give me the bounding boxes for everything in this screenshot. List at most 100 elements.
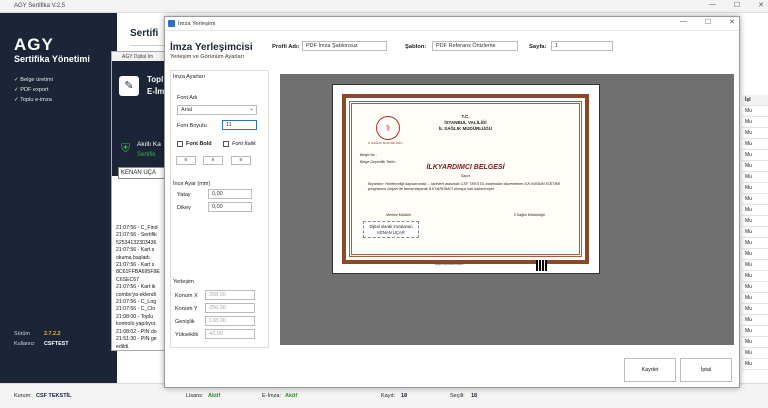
chevron-down-icon[interactable]: ⌄: [249, 105, 254, 112]
sayfa-label: Sayfa:: [529, 44, 547, 50]
table-cell[interactable]: Mu: [742, 293, 768, 304]
yukseklik-label: Yükseklik: [175, 332, 199, 338]
konum-x-input[interactable]: 208,00: [205, 290, 255, 300]
lisans-label: Lisans:: [186, 393, 204, 399]
font-italic-checkbox[interactable]: [223, 141, 229, 147]
font-bold-checkbox[interactable]: [177, 141, 183, 147]
signature-box[interactable]: Dijital olarak imzalanan KENAN UÇAR: [363, 221, 419, 238]
yukseklik-input[interactable]: 43,00: [205, 329, 255, 339]
table-cell[interactable]: Mu: [742, 271, 768, 282]
digital-signature-window: AGY Dijital İm ✎ Topl E-İm ⛨ Akıllı Ka S…: [111, 51, 172, 351]
eimza-value: Aktif: [285, 393, 298, 399]
genislik-input[interactable]: 138,00: [205, 316, 255, 326]
yatay-label: Yatay: [177, 192, 191, 198]
table-cell[interactable]: Mu: [742, 161, 768, 172]
dikey-input[interactable]: 0,00: [208, 202, 252, 212]
kayit-value: 18: [401, 393, 408, 399]
table-cell[interactable]: Mu: [742, 216, 768, 227]
font-select[interactable]: Arial: [177, 105, 257, 115]
table-cell[interactable]: Mu: [742, 348, 768, 359]
table-cell[interactable]: Mu: [742, 117, 768, 128]
konum-y-label: Konum Y: [175, 306, 198, 312]
yatay-input[interactable]: 0,00: [208, 189, 252, 199]
sayfa-stepper[interactable]: 1: [551, 41, 613, 51]
minimize-icon[interactable]: —: [709, 1, 716, 9]
records-table: İşl Mu Mu Mu Mu Mu Mu Mu Mu Mu Mu Mu Mu …: [742, 95, 768, 385]
shield-icon: ⛨: [121, 141, 131, 155]
table-cell[interactable]: Mu: [742, 205, 768, 216]
maximize-icon[interactable]: ☐: [705, 18, 711, 26]
certificate-frame: ⚕ İL SAĞLIK MÜDÜRLÜĞÜ T.C. İSTANBUL VALİ…: [342, 94, 589, 264]
align-left-button[interactable]: ≡: [176, 156, 196, 165]
profil-label: Profil Adı:: [272, 44, 300, 50]
cert-belge-no: Belge No :: [360, 153, 377, 157]
table-cell[interactable]: Mu: [742, 194, 768, 205]
cert-sayin: Sayın: [460, 174, 471, 178]
app-icon: [168, 20, 175, 27]
iptal-button[interactable]: İptal: [680, 358, 732, 382]
table-cell[interactable]: Mu: [742, 249, 768, 260]
cert-mudurluk: İL SAĞLIK MÜDÜRLÜĞÜ: [439, 126, 492, 131]
cert-tc: T.C.: [461, 114, 470, 119]
window-controls: — ☐ ✕: [709, 1, 764, 9]
feature-item: ✓ Toplu e-imza: [14, 97, 52, 103]
table-cell[interactable]: Mu: [742, 183, 768, 194]
qr-code-icon: [536, 260, 547, 271]
table-cell[interactable]: Mu: [742, 359, 768, 370]
font-size-stepper[interactable]: 11: [222, 120, 257, 130]
table-cell[interactable]: Mu: [742, 337, 768, 348]
brand-subtitle: Sertifika Yönetimi: [14, 54, 90, 64]
placement-heading: İmza Yerleşimcisi: [170, 42, 253, 53]
table-cell[interactable]: Mu: [742, 172, 768, 183]
kaydet-button[interactable]: Kaydet: [624, 358, 676, 382]
close-icon[interactable]: ✕: [729, 18, 735, 26]
table-cell[interactable]: Mu: [742, 282, 768, 293]
table-cell[interactable]: Mu: [742, 260, 768, 271]
feature-item: ✓ Belge üretimi: [14, 77, 53, 83]
close-icon[interactable]: ✕: [758, 1, 764, 9]
header-line2: E-İm: [147, 87, 165, 96]
profil-input[interactable]: PDF İmza Şablonsuz: [302, 41, 387, 51]
sidebar: AGY Sertifika Yönetimi ✓ Belge üretimi ✓…: [0, 13, 117, 383]
align-right-button[interactable]: ≡: [231, 156, 251, 165]
dikey-label: Dikey: [177, 205, 191, 211]
table-cell[interactable]: Mu: [742, 106, 768, 117]
cert-sig-left-title: Merkez Müdürü: [386, 213, 411, 217]
brand-logo: AGY: [14, 35, 54, 54]
table-cell[interactable]: Mu: [742, 150, 768, 161]
minimize-icon[interactable]: —: [680, 18, 687, 26]
font-boyutu-label: Font Boyutu: [177, 123, 207, 129]
table-cell[interactable]: Mu: [742, 304, 768, 315]
cert-footer: Belge doğrulama bilgileri: [435, 263, 464, 266]
table-cell[interactable]: Mu: [742, 326, 768, 337]
user-value: CSFTEST: [44, 341, 69, 347]
eimza-label: E-İmza:: [262, 393, 281, 399]
maximize-icon[interactable]: ☐: [734, 1, 740, 9]
konum-y-input[interactable]: 256,00: [205, 303, 255, 313]
main-window-title: AGY Sertifika V.2.5: [14, 3, 66, 9]
kurum-label: Kurum:: [14, 393, 32, 399]
signature-placement-window: İmza Yerleşimi — ☐ ✕ İmza Yerleşimcisi Y…: [164, 16, 740, 388]
sablon-input[interactable]: PDF Referans Önizleme: [432, 41, 518, 51]
font-italic-label: Font İtalik: [232, 141, 256, 147]
table-cell[interactable]: Mu: [742, 139, 768, 150]
digital-window-header: ✎ Topl E-İm ⛨ Akıllı Ka Sertifik: [112, 61, 172, 176]
table-cell[interactable]: Mu: [742, 128, 768, 139]
placement-window-title: İmza Yerleşimi: [178, 21, 216, 27]
cert-valilik: İSTANBUL VALİLİĞİ: [444, 120, 487, 125]
table-cell[interactable]: Mu: [742, 315, 768, 326]
yerlesim-heading: Yerleşim: [173, 279, 194, 285]
page-title: Sertifi: [130, 28, 159, 39]
feature-item: ✓ PDF export: [14, 87, 49, 93]
ince-ayar-heading: İnce Ayar (mm): [173, 181, 211, 187]
align-center-button[interactable]: ≡: [203, 156, 223, 165]
logo-caption: İL SAĞLIK MÜDÜRLÜĞÜ: [368, 141, 403, 145]
akilli-kart-label: Akıllı Ka: [137, 141, 161, 148]
version-info: Sürüm 2.7.2.2: [14, 331, 61, 337]
table-cell[interactable]: Mu: [742, 238, 768, 249]
secili-value: 18: [471, 393, 478, 399]
table-cell[interactable]: Mu: [742, 227, 768, 238]
table-header-cell[interactable]: İşl: [742, 95, 768, 106]
main-title-bar: AGY Sertifika V.2.5 — ☐ ✕: [0, 0, 768, 13]
user-info: Kullanıcı CSFTEST: [14, 341, 69, 347]
